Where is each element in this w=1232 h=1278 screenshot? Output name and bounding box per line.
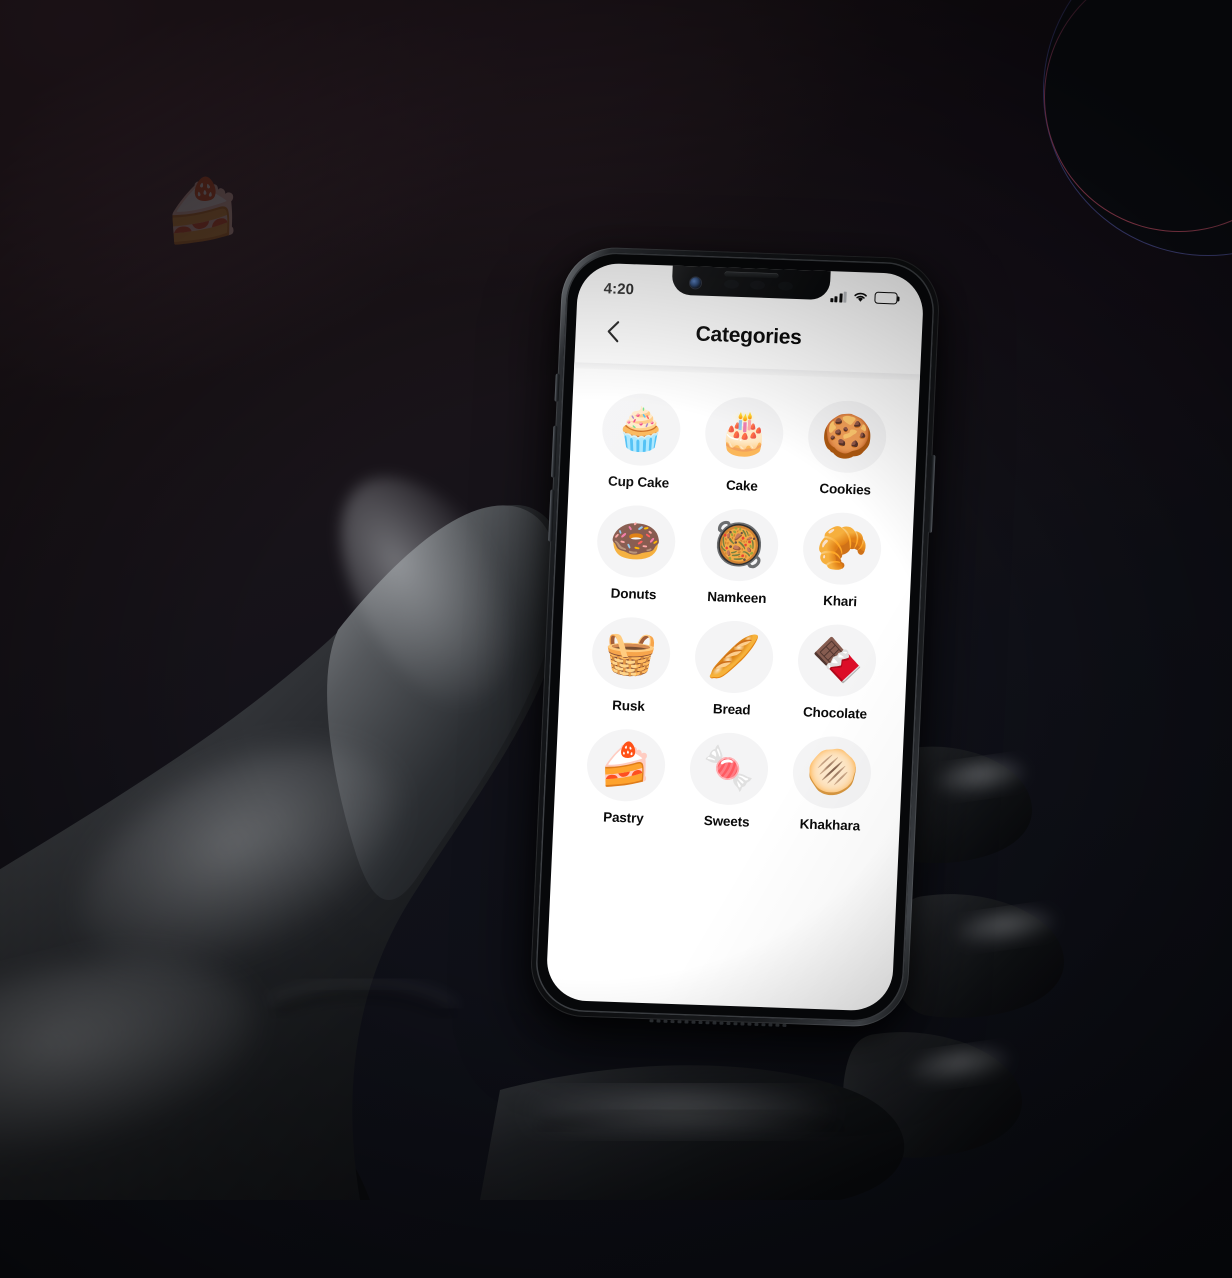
phone-screen: 4:20 Categories 🧁 Cup Cake 🎂 Cake 🍪 Cook… [545,262,925,1012]
chevron-left-icon [607,321,619,343]
category-item-khari[interactable]: 🥐 Khari [790,511,894,610]
khari-icon: 🥐 [801,511,884,587]
cellular-signal-icon [830,291,847,303]
category-item-namkeen[interactable]: 🥘 Namkeen [687,507,791,606]
status-bar-icons [830,290,898,305]
back-button[interactable] [595,314,631,349]
khakhara-icon: 🫓 [791,735,873,810]
namkeen-icon: 🥘 [698,507,780,583]
decorative-ring-inner [1044,0,1232,232]
phone-mockup: 4:20 Categories 🧁 Cup Cake 🎂 Cake 🍪 Cook… [528,245,942,1029]
pastry-icon: 🍰 [585,727,667,803]
category-item-cup-cake[interactable]: 🧁 Cup Cake [589,392,693,491]
sweets-icon: 🍬 [688,731,770,807]
category-label: Cake [725,477,759,494]
category-label: Khakhara [799,816,861,834]
category-label: Cup Cake [607,473,670,491]
category-label: Khari [822,593,858,610]
wifi-icon [854,292,867,302]
category-item-sweets[interactable]: 🍬 Sweets [677,731,781,830]
category-item-bread[interactable]: 🥖 Bread [682,619,786,718]
category-label: Rusk [611,697,645,714]
category-grid: 🧁 Cup Cake 🎂 Cake 🍪 Cookies 🍩 Donuts 🥘 N… [545,377,919,1011]
category-label: Sweets [703,813,750,830]
rusk-icon: 🧺 [590,616,672,691]
decorative-rings-group [1010,0,1232,270]
cake-slice-emoji-icon: 🍰 [164,177,242,246]
cookies-icon: 🍪 [806,399,889,475]
category-label: Cookies [819,480,872,498]
battery-icon [874,291,898,305]
chocolate-icon: 🍫 [796,623,878,698]
category-label: Namkeen [706,589,767,607]
category-item-donuts[interactable]: 🍩 Donuts [584,504,688,603]
category-label: Donuts [610,585,657,603]
category-label: Bread [712,701,751,718]
category-item-chocolate[interactable]: 🍫 Chocolate [785,623,889,722]
category-item-khakhara[interactable]: 🫓 Khakhara [780,735,884,834]
category-label: Pastry [602,809,644,826]
category-item-pastry[interactable]: 🍰 Pastry [573,727,677,827]
cupcake-icon: 🧁 [600,392,682,467]
donut-icon: 🍩 [595,504,677,579]
bread-icon: 🥖 [693,619,775,695]
phone-bezel: 4:20 Categories 🧁 Cup Cake 🎂 Cake 🍪 Cook… [533,250,937,1024]
cake-icon: 🎂 [703,395,785,471]
category-label: Chocolate [802,704,868,722]
category-item-rusk[interactable]: 🧺 Rusk [578,616,682,715]
status-bar-time: 4:20 [603,279,635,298]
category-item-cookies[interactable]: 🍪 Cookies [795,399,899,498]
category-item-cake[interactable]: 🎂 Cake [692,395,796,495]
